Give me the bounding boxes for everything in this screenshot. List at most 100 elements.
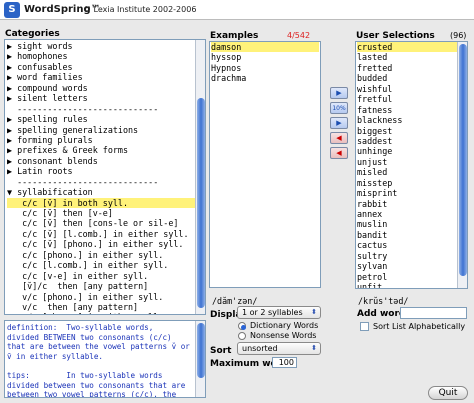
move-all-right-arrow-icon[interactable]: ▶ [330, 117, 348, 129]
sort-value: unsorted [242, 344, 278, 353]
nonsense-words-radio[interactable] [238, 332, 246, 340]
selection-word[interactable]: saddest [357, 136, 457, 146]
category-item[interactable]: ▶ word families [7, 72, 195, 82]
category-item[interactable]: c/c [phono.] in either syll. [7, 250, 195, 260]
category-item[interactable]: c/c [v-e] in either syll. [7, 271, 195, 281]
example-word[interactable]: Hypnos [211, 63, 319, 73]
selection-word[interactable]: lasted [357, 52, 457, 62]
category-item[interactable]: ▶ prefixes & Greek forms [7, 145, 195, 155]
category-item[interactable]: c/c [v̆] in both syll. [7, 197, 195, 208]
move-percent-button[interactable]: 10% [330, 102, 348, 114]
definition-scrollbar[interactable] [195, 321, 205, 397]
selection-word[interactable]: wishful [357, 84, 457, 94]
sort-alphabetically-label: Sort List Alphabetically [373, 322, 466, 331]
selection-word[interactable]: blackness [357, 115, 457, 125]
category-item[interactable]: ▶ sight words [7, 41, 195, 51]
selection-word[interactable]: unfit [357, 282, 457, 288]
category-item[interactable]: ▶ spelling generalizations [7, 125, 195, 135]
categories-scrollbar[interactable] [195, 40, 205, 314]
category-item[interactable]: v/c then [any pattern] [7, 302, 195, 312]
user-selections-scroll-thumb[interactable] [459, 44, 467, 276]
selection-word[interactable]: cactus [357, 240, 457, 250]
dictionary-words-label: Dictionary Words [250, 321, 319, 330]
examples-rows: damson hyssop Hypnos drachma [211, 42, 319, 84]
selection-word[interactable]: rabbit [357, 199, 457, 209]
category-item[interactable]: c/c [v̆] [phono.] in either syll. [7, 239, 195, 249]
definition-box: definition: Two-syllable words, divided … [4, 320, 206, 398]
display-value: 1 or 2 syllables [242, 308, 303, 317]
selection-word[interactable]: unhinge [357, 146, 457, 156]
categories-scroll-thumb[interactable] [197, 98, 205, 308]
chevron-down-icon: ⬍ [311, 344, 317, 352]
category-item[interactable]: ▶ compound words [7, 83, 195, 93]
categories-rows: ▶ sight words ▶ homophones ▶ confusables ▶ … [7, 41, 195, 314]
maximum-words-input[interactable]: 100 [272, 357, 297, 368]
user-selections-rows: crusted lasted fretted budded wishful fretful… [357, 42, 457, 288]
category-item[interactable]: v/c [phono.] in either syll. [7, 292, 195, 302]
category-item[interactable]: ▶ Latin roots [7, 166, 195, 176]
add-word-input[interactable] [400, 307, 467, 319]
selection-word[interactable]: misprint [357, 188, 457, 198]
category-item[interactable]: [v̆]/c then [any pattern] [7, 281, 195, 291]
selection-word[interactable]: annex [357, 209, 457, 219]
category-item[interactable]: ---------------------------- [7, 104, 195, 114]
category-item[interactable]: ▶ consonant blends [7, 156, 195, 166]
example-word[interactable]: hyssop [211, 52, 319, 62]
display-select[interactable]: 1 or 2 syllables ⬍ [237, 306, 321, 319]
selection-word[interactable]: fretted [357, 63, 457, 73]
selection-word[interactable]: sultry [357, 251, 457, 261]
user-selections-scrollbar[interactable] [457, 42, 467, 288]
selection-word[interactable]: bandit [357, 230, 457, 240]
categories-label: Categories [5, 29, 60, 39]
wordspring-logo: S [4, 2, 20, 18]
selection-word[interactable]: crusted [357, 42, 457, 53]
user-selections-list[interactable]: crusted lasted fretted budded wishful fretful… [355, 41, 468, 289]
category-item[interactable]: ---------------------------- [7, 177, 195, 187]
definition-text: definition: Two-syllable words, divided … [7, 323, 190, 398]
user-selections-count: (96) [450, 31, 467, 40]
category-item[interactable]: ▶ confusables [7, 62, 195, 72]
selection-word[interactable]: biggest [357, 126, 457, 136]
user-selections-label: User Selections [356, 31, 435, 41]
category-item[interactable]: c/c [v̆] [l.comb.] in either syll. [7, 229, 195, 239]
sort-alphabetically-checkbox[interactable] [360, 322, 369, 331]
examples-list[interactable]: damson hyssop Hypnos drachma [209, 41, 321, 288]
selections-pronunciation: /krŭs'təd/ [358, 296, 409, 306]
selection-word[interactable]: budded [357, 73, 457, 83]
dictionary-words-radio[interactable] [238, 322, 246, 330]
title-bar: S WordSpring™ © Lexia Institute 2002-200… [0, 0, 474, 20]
selection-word[interactable]: fatness [357, 105, 457, 115]
category-item[interactable]: ▶ silent letters [7, 93, 195, 103]
nonsense-words-label: Nonsense Words [250, 331, 317, 340]
category-item[interactable]: ▶ forming plurals [7, 135, 195, 145]
category-item[interactable]: c/c [v̆] then [v-e] [7, 208, 195, 218]
examples-pronunciation: /dăm'zən/ [212, 296, 258, 306]
selection-word[interactable]: petrol [357, 272, 457, 282]
sort-label: Sort [210, 346, 232, 356]
selection-word[interactable]: misled [357, 167, 457, 177]
category-item[interactable]: v/c [phono.] in either syll. [7, 312, 195, 314]
sort-select[interactable]: unsorted ⬍ [237, 342, 321, 355]
definition-scroll-thumb[interactable] [197, 323, 205, 378]
selection-word[interactable]: unjust [357, 157, 457, 167]
selection-word[interactable]: muslin [357, 219, 457, 229]
selection-word[interactable]: fretful [357, 94, 457, 104]
example-word[interactable]: drachma [211, 73, 319, 83]
category-item[interactable]: c/c [l.comb.] in either syll. [7, 260, 195, 270]
examples-count: 4/542 [287, 31, 311, 40]
examples-label: Examples [210, 31, 259, 41]
category-item[interactable]: ▶ homophones [7, 51, 195, 61]
category-item[interactable]: c/c [v̆] then [cons-le or sil-e] [7, 218, 195, 228]
move-all-left-arrow-icon[interactable]: ◀ [330, 147, 348, 159]
copyright: © Lexia Institute 2002-2006 [83, 5, 197, 14]
category-item[interactable]: ▼ syllabification [7, 187, 195, 197]
chevron-down-icon: ⬍ [311, 308, 317, 316]
move-left-arrow-icon[interactable]: ◀ [330, 132, 348, 144]
selection-word[interactable]: sylvan [357, 261, 457, 271]
selection-word[interactable]: misstep [357, 178, 457, 188]
quit-button[interactable]: Quit [428, 386, 468, 400]
move-right-arrow-icon[interactable]: ▶ [330, 87, 348, 99]
category-item[interactable]: ▶ spelling rules [7, 114, 195, 124]
categories-list[interactable]: ▶ sight words ▶ homophones ▶ confusables ▶ … [4, 39, 206, 315]
example-word[interactable]: damson [211, 42, 319, 53]
